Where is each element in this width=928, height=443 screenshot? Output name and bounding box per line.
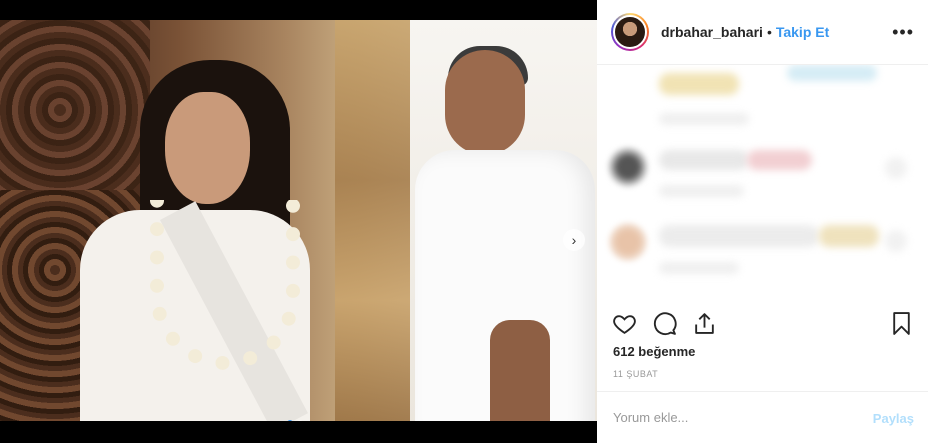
divider [597,391,928,392]
post-comment-button[interactable]: Paylaş [873,411,914,426]
blurred-avatar [609,148,647,186]
separator-dot: • [766,24,772,40]
comments-list-blurred [597,65,928,303]
comment-bubble-icon[interactable] [651,310,677,336]
blurred-comment [659,225,819,247]
avatar-image [613,15,647,49]
more-options-icon[interactable]: ••• [892,22,914,43]
blurred-comment [659,150,749,170]
woman-face [165,92,250,204]
blurred-meta [659,185,744,197]
chevron-right-icon[interactable]: › [563,229,585,251]
blurred-meta [659,113,749,125]
flower-lei [150,200,300,370]
carousel-indicator [287,420,303,421]
avatar[interactable] [611,13,649,51]
carousel-dot-2 [297,420,303,421]
action-bar [597,303,928,343]
post-header: drbahar_bahari • Takip Et ••• [597,0,928,65]
heart-icon[interactable] [611,310,637,336]
blurred-meta [659,262,739,274]
blurred-avatar [609,223,647,261]
blurred-like [885,230,907,252]
bookmark-icon[interactable] [888,310,914,336]
share-upload-icon[interactable] [691,310,717,336]
blurred-emoji [747,150,812,170]
post-photo[interactable]: › [0,20,597,421]
post-date[interactable]: 11 ŞUBAT [613,369,658,379]
post-side-panel: drbahar_bahari • Takip Et ••• 612 beğenm… [597,0,928,443]
blurred-text [787,65,877,81]
instagram-post-view: › drbahar_bahari • Takip Et ••• 612 beğe… [0,0,928,443]
username-link[interactable]: drbahar_bahari [661,24,763,40]
comment-input[interactable] [613,410,853,425]
man-head [445,50,525,155]
follow-button[interactable]: Takip Et [776,24,829,40]
blurred-emoji [659,73,739,95]
carousel-dot-1 [287,420,293,421]
carved-pillar [335,20,410,421]
blurred-emoji [819,225,879,247]
like-count[interactable]: 612 beğenme [613,344,695,359]
man-arm [490,320,550,421]
blurred-like [885,157,907,179]
